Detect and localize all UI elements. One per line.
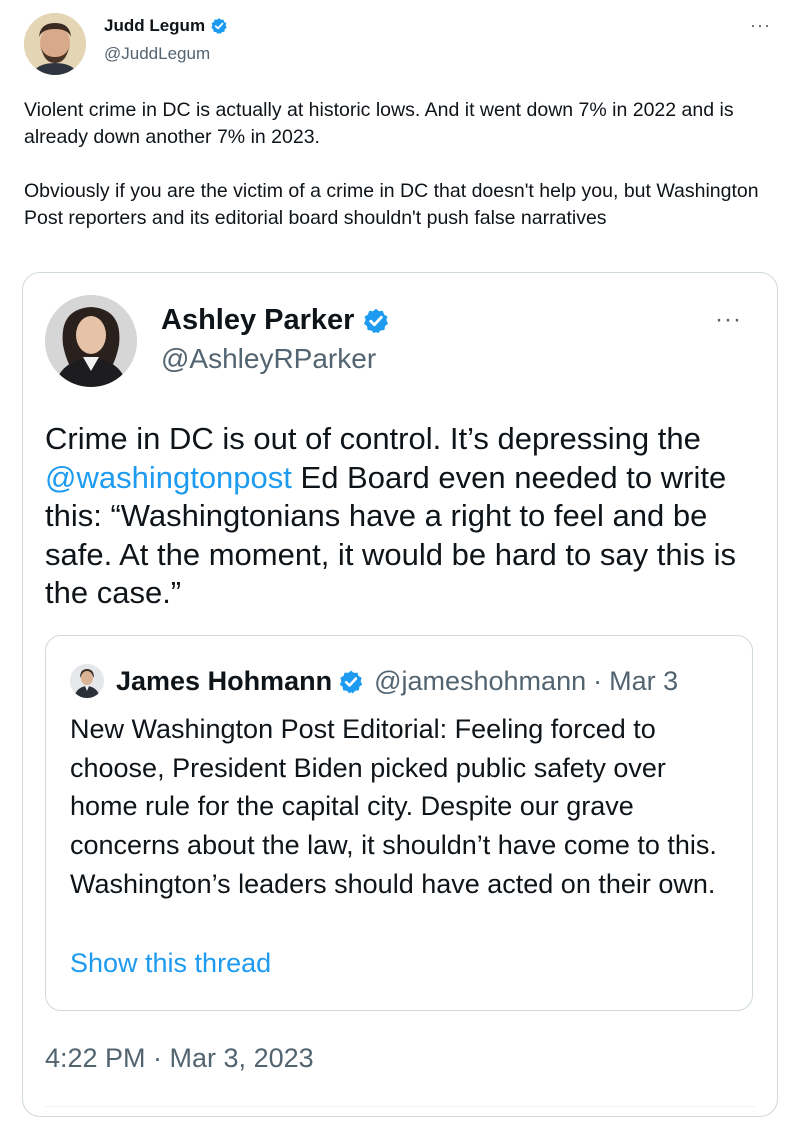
nested-tweet-text: New Washington Post Editorial: Feeling f… [70,714,717,899]
divider [45,1106,755,1107]
verified-badge-icon [339,670,363,693]
tweet: Judd Legum @JuddLegum ··· Violent crime … [0,0,786,1128]
tweet-paragraph: Violent crime in DC is actually at histo… [24,99,734,148]
mention-link[interactable]: @washingtonpost [45,460,292,495]
show-thread-link[interactable]: Show this thread [70,948,271,979]
quoted-author-name[interactable]: Ashley Parker [161,304,354,337]
quoted-tweet-card[interactable]: Ashley Parker @AshleyRParker ··· Crime i… [22,272,778,1117]
author-avatar[interactable] [24,13,86,75]
author-name-row[interactable]: Judd Legum [104,16,228,36]
quoted-author-avatar[interactable] [45,295,137,387]
nested-author-handle[interactable]: @jameshohmann [374,666,586,697]
verified-badge-icon [211,18,227,34]
quoted-text-part: Crime in DC is out of control. It’s depr… [45,421,701,456]
more-options-icon[interactable]: ··· [715,308,742,332]
quoted-author-handle[interactable]: @AshleyRParker [161,343,376,375]
verified-badge-icon [364,308,389,333]
tweet-paragraph: Obviously if you are the victim of a cri… [24,180,759,229]
nested-quoted-tweet-card[interactable]: James Hohmann @jameshohmann · Mar 3 New … [45,635,753,1011]
quoted-tweet-text: Crime in DC is out of control. It’s depr… [45,420,745,613]
author-handle[interactable]: @JuddLegum [104,44,210,64]
tweet-text: Violent crime in DC is actually at histo… [24,97,764,232]
author-name[interactable]: Judd Legum [104,16,205,36]
nested-author-name[interactable]: James Hohmann [116,666,332,697]
quoted-author-name-row[interactable]: Ashley Parker [161,304,390,337]
meta-separator: · [593,666,603,696]
nested-tweet-date[interactable]: Mar 3 [609,666,678,697]
nested-tweet-header: James Hohmann @jameshohmann · Mar 3 [116,666,678,697]
nested-author-avatar[interactable] [70,664,104,698]
more-options-icon[interactable]: ··· [750,16,771,34]
quoted-tweet-timestamp[interactable]: 4:22 PM · Mar 3, 2023 [45,1043,314,1074]
